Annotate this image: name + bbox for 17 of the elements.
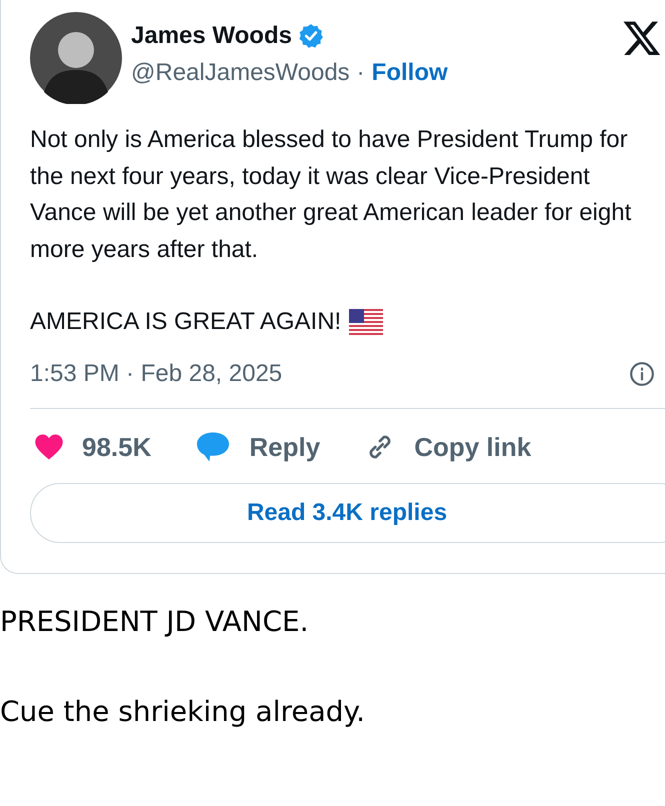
speech-bubble-icon (195, 431, 232, 463)
tweet-text: AMERICA IS GREAT AGAIN! (30, 307, 342, 337)
info-icon[interactable] (629, 361, 655, 387)
follow-link[interactable]: Follow (372, 57, 448, 89)
author-handle: @RealJamesWoods (131, 58, 350, 88)
timestamp: 1:53 PM · Feb 28, 2025 (30, 359, 282, 389)
like-action[interactable]: 98.5K (34, 431, 152, 463)
copy-action[interactable]: Copy link (364, 431, 532, 463)
flag-icon (349, 309, 384, 335)
author-name: James Woods (131, 21, 292, 51)
read-replies-button[interactable]: Read 3.4K replies (30, 483, 665, 543)
caption-text: Cue the shrieking already. (0, 694, 366, 730)
caption-text: PRESIDENT JD VANCE. (0, 604, 310, 640)
reply-action[interactable]: Reply (195, 431, 320, 463)
separator-dot: · (356, 58, 365, 88)
tweet-text: Not only is America blessed to have President Trump for the next four years, today it was clear Vice-President Vance will be yet another great American leader for eight more years after that. (30, 125, 632, 264)
heart-icon (34, 433, 64, 461)
